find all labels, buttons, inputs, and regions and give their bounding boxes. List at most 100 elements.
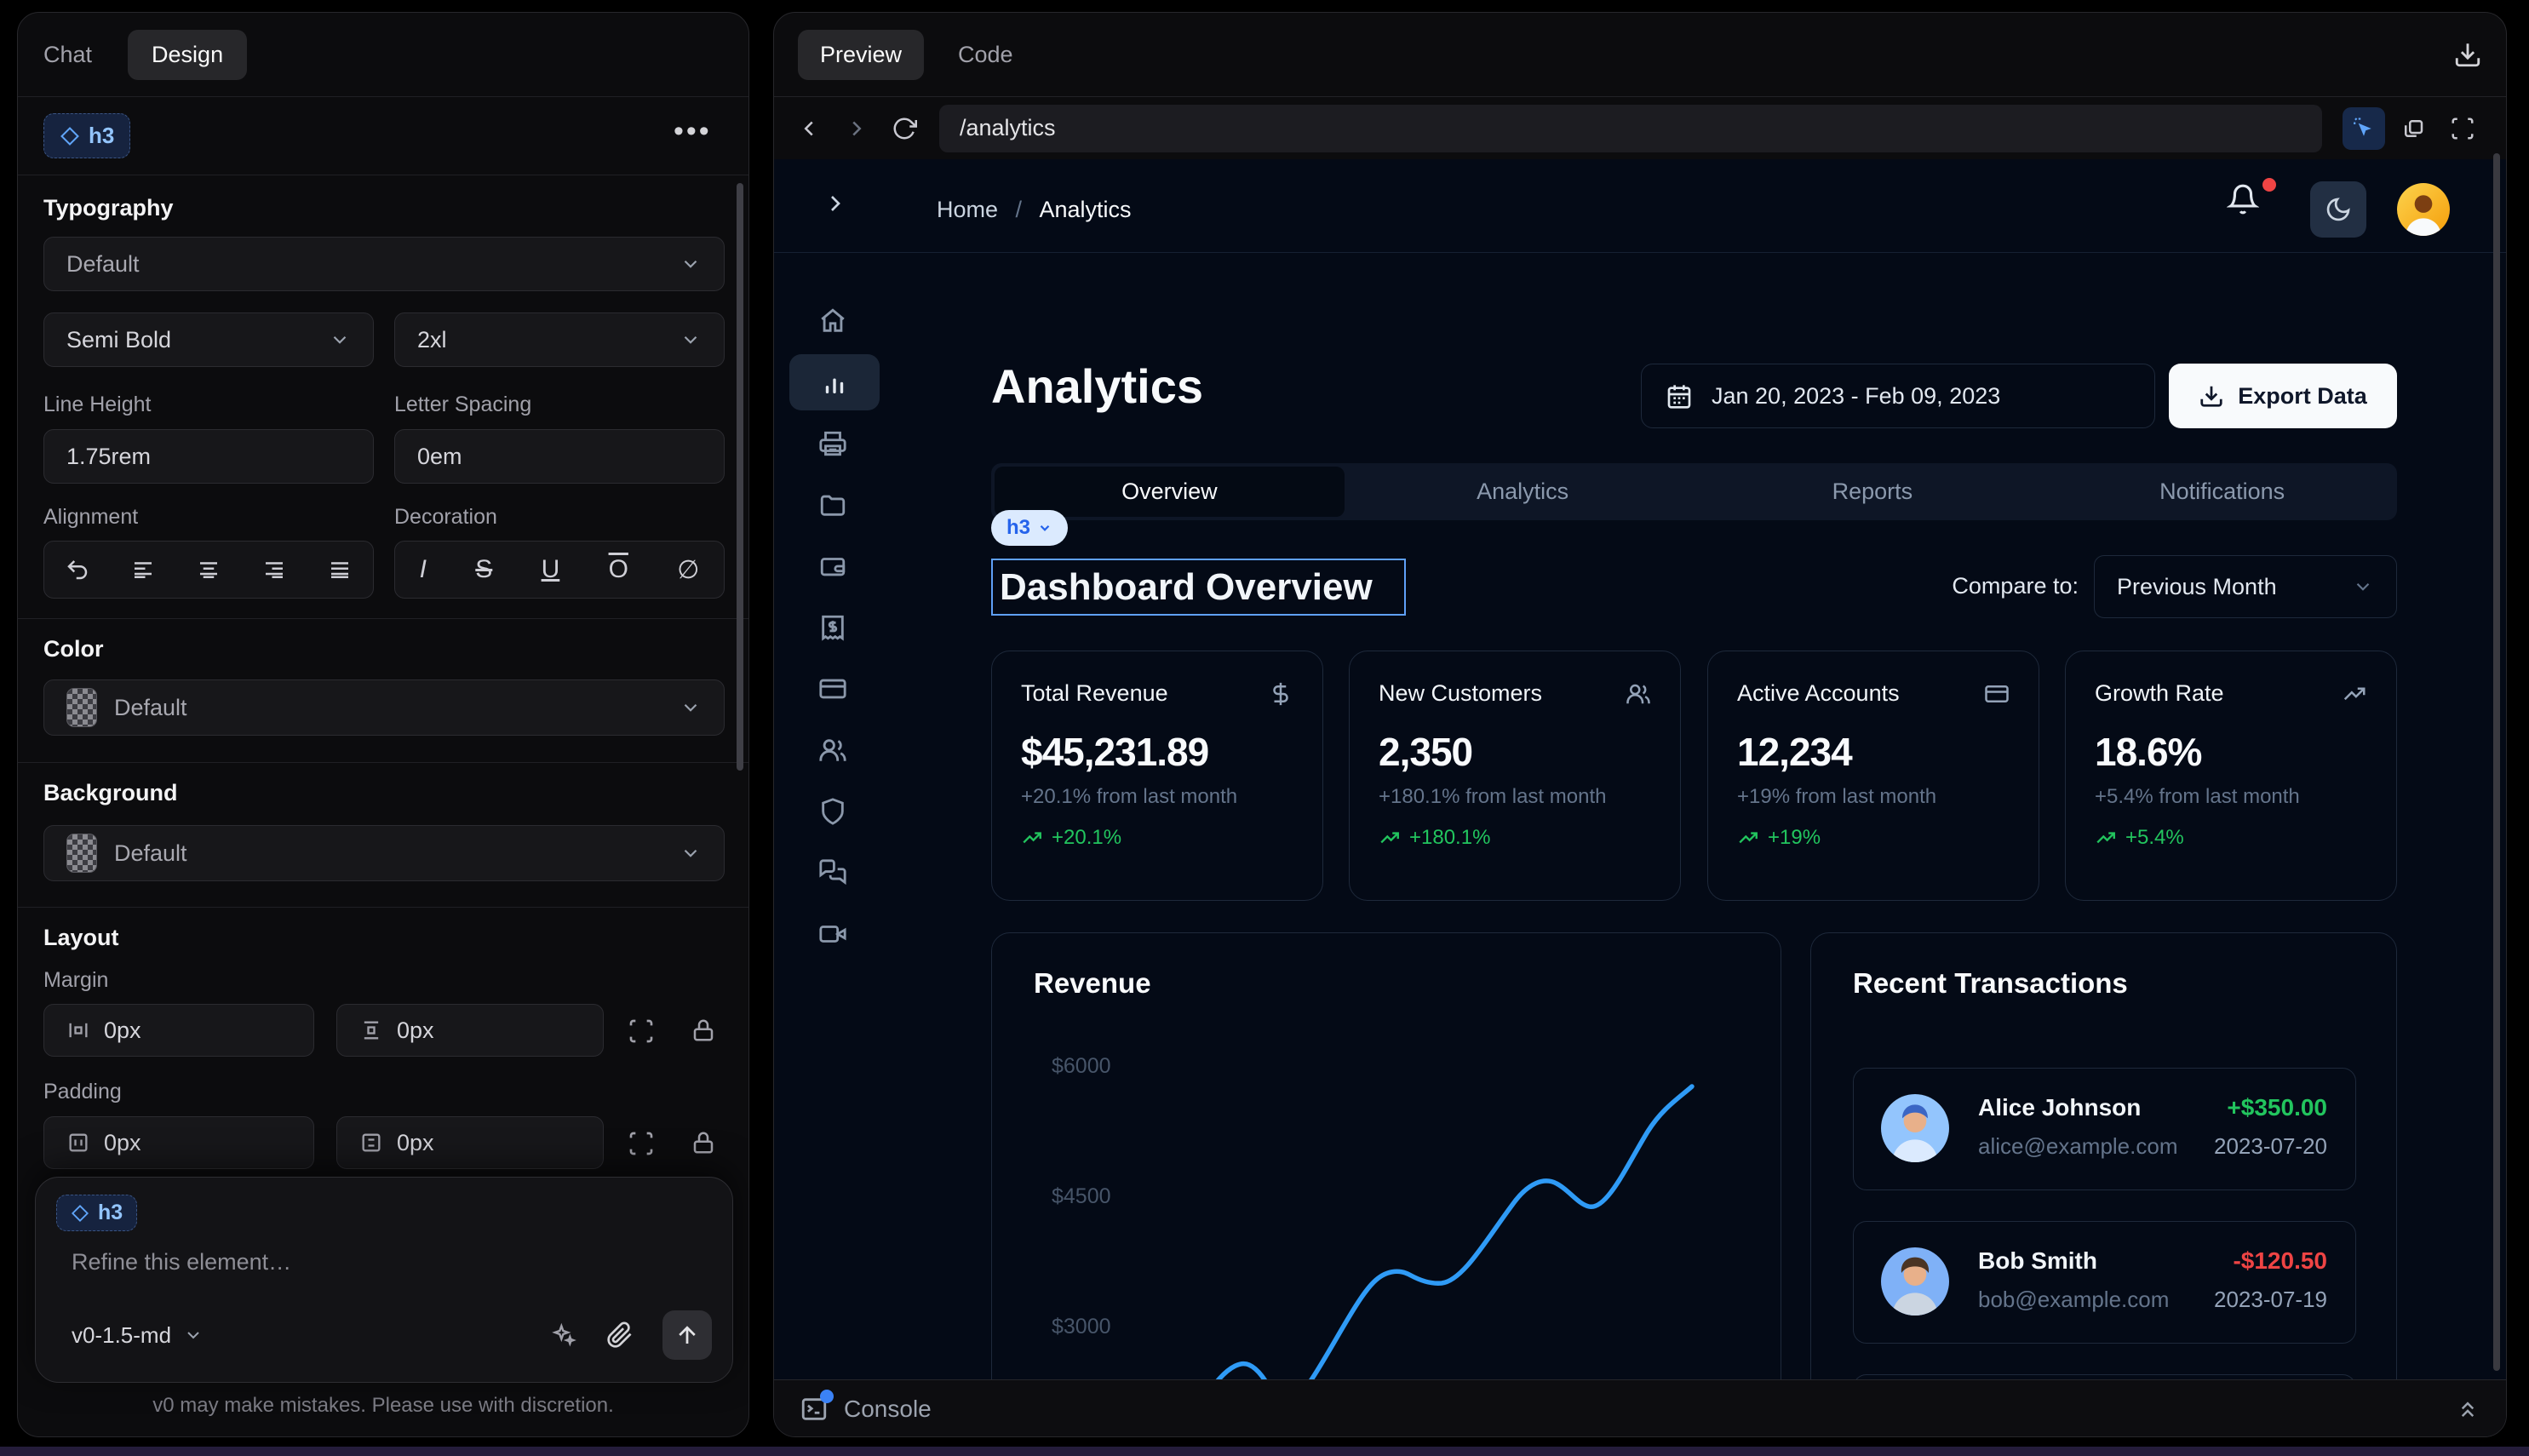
align-center-icon[interactable] <box>196 557 221 582</box>
inspector-scrollbar-thumb[interactable] <box>737 183 743 771</box>
chevron-down-icon <box>680 842 702 864</box>
undo-icon[interactable] <box>65 557 90 582</box>
tab-chat[interactable]: Chat <box>43 42 92 68</box>
strikethrough-icon[interactable]: S <box>475 555 492 584</box>
sidebar-item-messages[interactable] <box>808 848 857 897</box>
background-select[interactable]: Default <box>43 825 725 881</box>
breadcrumb-current: Analytics <box>1039 197 1131 222</box>
selected-element-badge[interactable]: h3 <box>43 113 130 158</box>
date-range-button[interactable]: Jan 20, 2023 - Feb 09, 2023 <box>1641 364 2155 428</box>
sidebar-item-files[interactable] <box>808 480 857 530</box>
margin-lock-button[interactable] <box>691 1017 716 1043</box>
chevron-down-icon <box>329 329 351 351</box>
padding-lock-button[interactable] <box>691 1130 716 1155</box>
margin-x-input[interactable]: 0px <box>43 1004 314 1057</box>
font-family-select[interactable]: Default <box>43 237 725 291</box>
color-select[interactable]: Default <box>43 679 725 736</box>
download-button[interactable] <box>2453 40 2482 69</box>
letter-spacing-label: Letter Spacing <box>394 393 531 417</box>
url-input[interactable]: /analytics <box>939 105 2322 152</box>
align-left-icon[interactable] <box>130 557 156 582</box>
align-right-icon[interactable] <box>261 557 287 582</box>
sidebar-item-home[interactable] <box>808 296 857 346</box>
margin-expand-button[interactable] <box>628 1017 655 1045</box>
refresh-button[interactable] <box>892 116 917 141</box>
line-height-input[interactable]: 1.75rem <box>43 429 374 484</box>
preview-scrollbar-thumb[interactable] <box>2493 153 2500 1371</box>
transaction-item[interactable]: Alice Johnson alice@example.com +$350.00… <box>1853 1068 2356 1190</box>
design-inspector-panel: Chat Design h3 ••• Typography Default Se… <box>17 12 749 1437</box>
sidebar-item-customers[interactable] <box>808 725 857 775</box>
sidebar-item-cards[interactable] <box>808 664 857 714</box>
refine-input[interactable]: Refine this element… <box>72 1249 291 1275</box>
italic-icon[interactable]: I <box>420 555 427 584</box>
stat-card-new-customers: New Customers 2,350 +180.1% from last mo… <box>1349 651 1681 901</box>
paperclip-icon[interactable] <box>606 1321 634 1349</box>
font-size-select[interactable]: 2xl <box>394 312 725 367</box>
breadcrumb-separator: / <box>1015 197 1022 222</box>
overline-icon[interactable]: O <box>609 555 628 584</box>
export-data-button[interactable]: Export Data <box>2169 364 2397 428</box>
text-alignment-group <box>43 541 374 599</box>
padding-x-input[interactable]: 0px <box>43 1116 314 1169</box>
padding-expand-button[interactable] <box>628 1130 655 1157</box>
transaction-date: 2023-07-20 <box>2214 1133 2327 1160</box>
user-avatar[interactable] <box>2397 183 2450 236</box>
sidebar-item-security[interactable] <box>808 787 857 836</box>
transactions-title: Recent Transactions <box>1853 967 2128 1000</box>
console-expand-button[interactable] <box>2455 1396 2480 1422</box>
no-decoration-icon[interactable]: ∅ <box>677 555 699 585</box>
sidebar-item-video[interactable] <box>808 909 857 959</box>
notifications-button[interactable] <box>2227 183 2259 215</box>
theme-toggle-button[interactable] <box>2310 181 2366 238</box>
tab-preview[interactable]: Preview <box>798 30 924 80</box>
element-menu-button[interactable]: ••• <box>674 115 712 148</box>
underline-icon[interactable]: U <box>542 555 560 584</box>
padding-y-input[interactable]: 0px <box>336 1116 604 1169</box>
breadcrumb: Home / Analytics <box>937 197 1132 223</box>
select-element-tool[interactable] <box>2343 107 2385 150</box>
composer-element-badge[interactable]: h3 <box>56 1195 137 1231</box>
sparkles-icon[interactable] <box>550 1321 577 1349</box>
tab-code[interactable]: Code <box>958 42 1013 68</box>
letter-spacing-input[interactable]: 0em <box>394 429 725 484</box>
sidebar-toggle[interactable] <box>822 190 849 217</box>
margin-y-input[interactable]: 0px <box>336 1004 604 1057</box>
recent-transactions-card: Recent Transactions Alice Johnson alice@… <box>1810 932 2397 1437</box>
layout-section-title: Layout <box>43 925 119 951</box>
notification-dot <box>2262 178 2276 192</box>
align-justify-icon[interactable] <box>327 557 353 582</box>
console-bar[interactable]: Console <box>774 1379 2506 1437</box>
disclaimer-text: v0 may make mistakes. Please use with di… <box>18 1394 748 1418</box>
typography-section-title: Typography <box>43 195 174 221</box>
sidebar-item-wallet[interactable] <box>808 542 857 591</box>
transaction-item[interactable]: Bob Smith bob@example.com -$120.50 2023-… <box>1853 1221 2356 1344</box>
model-select[interactable]: v0-1.5-md <box>72 1322 204 1349</box>
sidebar-item-invoices[interactable] <box>808 419 857 468</box>
preview-navbar: /analytics <box>774 97 2506 159</box>
compare-label: Compare to: <box>1881 573 2079 599</box>
copy-icon <box>2400 116 2426 141</box>
selected-heading[interactable]: Dashboard Overview <box>991 559 1406 616</box>
breadcrumb-home[interactable]: Home <box>937 197 998 222</box>
trending-up-icon <box>1379 827 1401 849</box>
preview-header: Preview Code <box>774 13 2506 96</box>
font-weight-select[interactable]: Semi Bold <box>43 312 374 367</box>
sidebar-item-analytics[interactable] <box>789 354 880 410</box>
submit-button[interactable] <box>662 1310 712 1360</box>
fullscreen-button[interactable] <box>2441 107 2484 150</box>
tab-notifications[interactable]: Notifications <box>2047 479 2397 505</box>
element-tag-chip[interactable]: h3 <box>991 510 1068 546</box>
forward-button[interactable] <box>844 116 869 141</box>
copy-page-button[interactable] <box>2392 107 2434 150</box>
tab-analytics[interactable]: Analytics <box>1348 479 1698 505</box>
sidebar-item-receipts[interactable] <box>808 603 857 652</box>
compare-select[interactable]: Previous Month <box>2094 555 2397 618</box>
moon-icon <box>2325 196 2352 223</box>
back-button[interactable] <box>796 116 822 141</box>
padding-vertical-icon <box>359 1131 383 1155</box>
expand-icon <box>628 1130 655 1157</box>
divider <box>18 762 748 763</box>
tab-reports[interactable]: Reports <box>1698 479 2048 505</box>
tab-design[interactable]: Design <box>128 30 247 80</box>
